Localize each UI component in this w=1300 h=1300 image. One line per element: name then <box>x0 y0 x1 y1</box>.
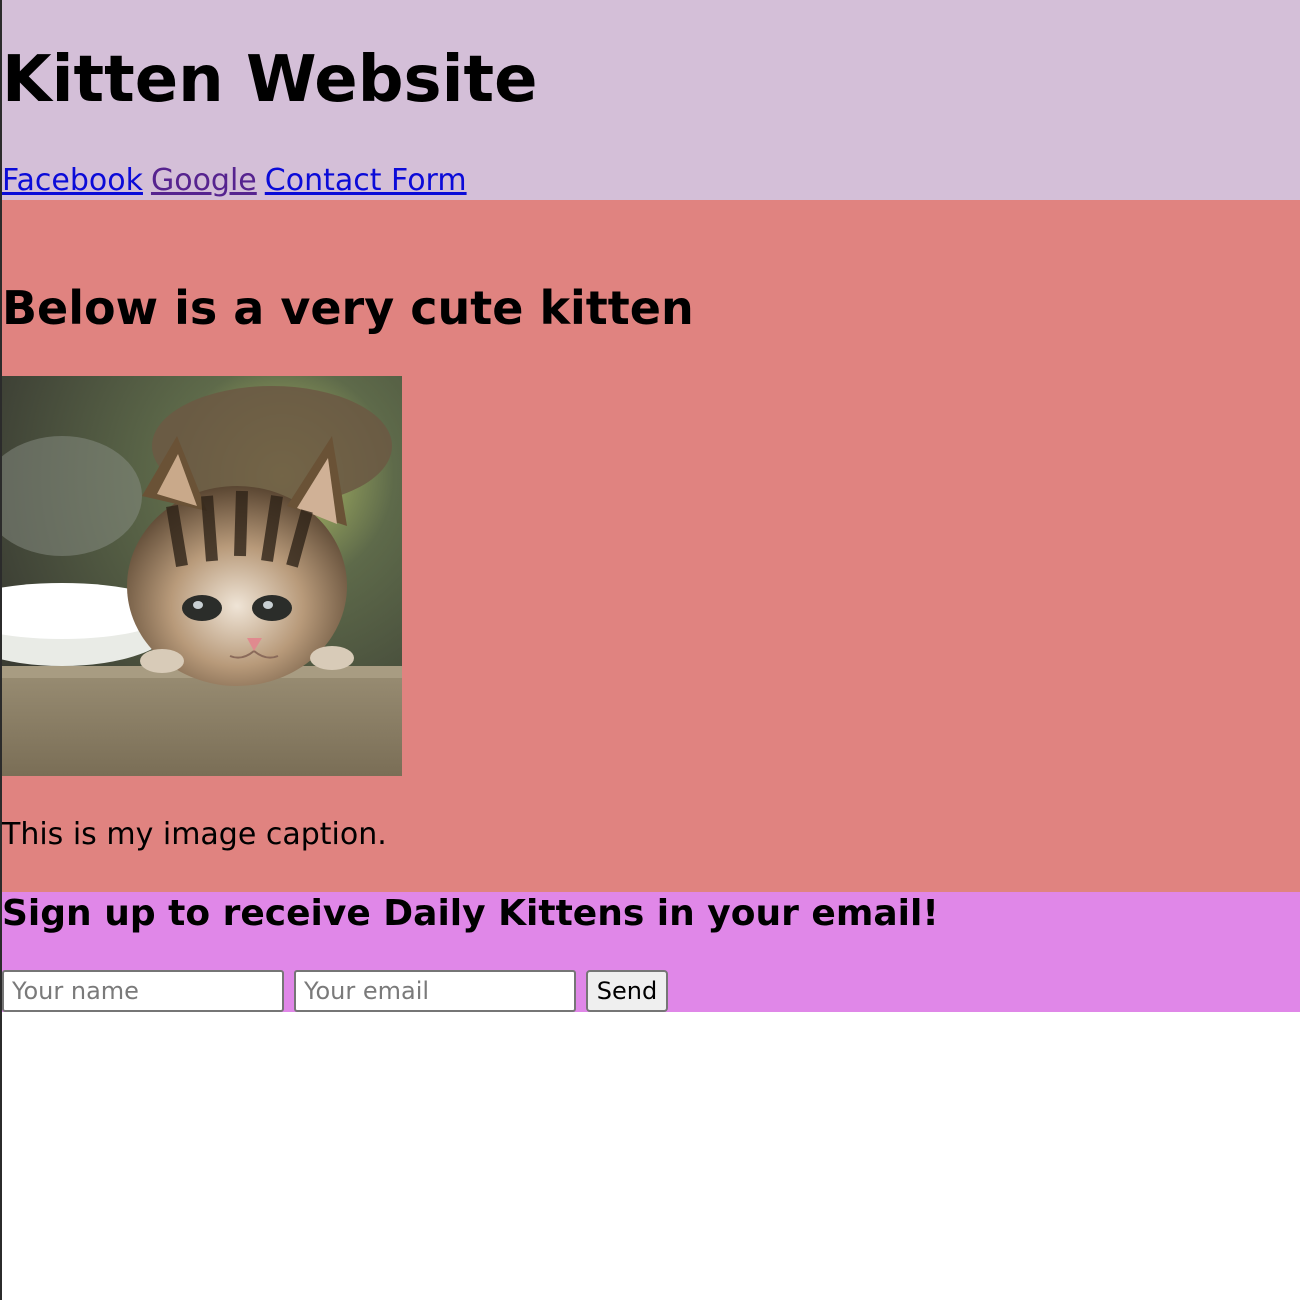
nav-link-contact-form[interactable]: Contact Form <box>265 163 467 198</box>
kitten-photo <box>2 376 402 776</box>
site-nav: Facebook Google Contact Form <box>2 162 475 200</box>
name-field[interactable] <box>2 970 284 1012</box>
send-button[interactable]: Send <box>586 970 668 1012</box>
nav-link-google[interactable]: Google <box>151 163 257 198</box>
main-heading: Below is a very cute kitten <box>2 281 694 335</box>
kitten-illustration <box>2 376 402 776</box>
image-caption: This is my image caption. <box>2 817 387 852</box>
signup-heading: Sign up to receive Daily Kittens in your… <box>2 893 939 934</box>
site-title: Kitten Website <box>2 43 538 117</box>
email-field[interactable] <box>294 970 576 1012</box>
nav-link-facebook[interactable]: Facebook <box>2 163 143 198</box>
